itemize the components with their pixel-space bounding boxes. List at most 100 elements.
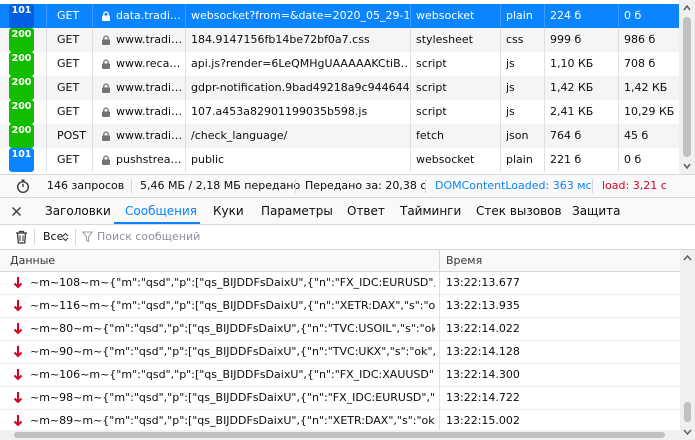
message-filter-select[interactable]: Все xyxy=(43,225,63,249)
message-time: 13:22:14.022 xyxy=(446,322,520,335)
request-type: css xyxy=(506,33,524,46)
request-file: 184.9147156fb14be72bf0a7.css xyxy=(191,33,370,46)
summary-bar: 146 запросов 5,46 МБ / 2,18 МБ передано … xyxy=(0,174,695,198)
message-row[interactable]: ~m~89~m~{"m":"qsd","p":["qs_BIJDDFsDaixU… xyxy=(0,410,680,430)
request-row[interactable]: 200 GET www.tradi… 184.9147156fb14be72bf0a7… xyxy=(0,28,679,52)
request-domain: www.tradi… xyxy=(116,81,183,94)
tab-cookies[interactable]: Куки xyxy=(213,198,244,224)
message-row[interactable]: ~m~90~m~{"m":"qsd","p":["qs_BIJDDFsDaixU… xyxy=(0,341,680,364)
scroll-down-icon xyxy=(683,429,692,436)
message-row[interactable]: ~m~106~m~{"m":"qsd","p":["qs_BIJDDFsDaix… xyxy=(0,364,680,387)
request-size: 708 б xyxy=(624,57,656,70)
received-arrow-icon xyxy=(13,277,23,289)
scroll-thumb xyxy=(683,17,691,157)
request-size: 45 б xyxy=(624,129,649,142)
status-badge: 200 xyxy=(9,52,34,76)
select-arrows-icon xyxy=(62,232,69,242)
message-row[interactable]: ~m~98~m~{"m":"qsd","p":["qs_BIJDDFsDaixU… xyxy=(0,387,680,410)
scroll-down-icon xyxy=(683,163,691,170)
request-domain: www.reca… xyxy=(116,57,181,70)
tab-headers[interactable]: Заголовки xyxy=(45,198,111,224)
message-row[interactable]: ~m~80~m~{"m":"qsd","p":["qs_BIJDDFsDaixU… xyxy=(0,318,680,341)
request-file: /check_language/ xyxy=(191,129,288,142)
request-row[interactable]: 200 GET www.tradi… 107.a453a82901199035b598… xyxy=(0,100,679,124)
lock-icon xyxy=(102,107,110,117)
message-time: 13:22:13.935 xyxy=(446,299,520,312)
tab-response[interactable]: Ответ xyxy=(347,198,385,224)
request-transferred: 1,42 КБ xyxy=(550,81,594,94)
request-list-scrollbar[interactable] xyxy=(679,0,695,174)
filter-icon xyxy=(82,231,93,243)
scroll-thumb xyxy=(14,432,665,438)
request-domain: www.tradi… xyxy=(116,105,183,118)
lock-icon xyxy=(102,35,110,45)
message-time: 13:22:15.002 xyxy=(446,414,520,427)
request-domain: pushstrea… xyxy=(116,153,182,166)
request-type: js xyxy=(506,81,515,94)
request-method: GET xyxy=(57,153,80,166)
request-row[interactable]: 200 POST www.tradi… /check_language/fetch js… xyxy=(0,124,679,148)
message-data: ~m~98~m~{"m":"qsd","p":["qs_BIJDDFsDaixU… xyxy=(30,391,435,404)
message-data: ~m~116~m~{"m":"qsd","p":["qs_BIJDDFsDaix… xyxy=(30,299,435,312)
lock-icon xyxy=(102,59,110,69)
request-transferred: 999 б xyxy=(550,33,582,46)
request-transferred: 2,41 КБ xyxy=(550,105,594,118)
request-type: js xyxy=(506,57,515,70)
trash-icon[interactable] xyxy=(15,230,28,244)
message-row[interactable]: ~m~108~m~{"m":"qsd","p":["qs_BIJDDFsDaix… xyxy=(0,272,680,295)
message-time: 13:22:14.300 xyxy=(446,368,520,381)
request-method: GET xyxy=(57,33,80,46)
request-row[interactable]: 101 GET data.tradi… websocket?from=&date=20… xyxy=(0,4,679,28)
request-type: plain xyxy=(506,153,533,166)
request-file: websocket?from=&date=2020_05_29-1… xyxy=(191,9,409,22)
tab-messages[interactable]: Сообщения xyxy=(125,198,197,224)
status-badge: 200 xyxy=(9,76,34,100)
message-search-input[interactable]: Поиск сообщений xyxy=(97,225,200,249)
request-method: GET xyxy=(57,81,80,94)
request-method: GET xyxy=(57,57,80,70)
messages-horizontal-scrollbar[interactable] xyxy=(0,430,680,440)
request-size: 1,42 КБ xyxy=(624,81,668,94)
request-size: 10,29 КБ xyxy=(624,105,675,118)
status-badge: 101 xyxy=(9,148,34,172)
message-data: ~m~106~m~{"m":"qsd","p":["qs_BIJDDFsDaix… xyxy=(30,368,435,381)
request-row[interactable]: 101 GET pushstrea… public websocket plain 221 … xyxy=(0,148,679,172)
request-row[interactable]: 200 GET www.reca… api.js?render=6LeQMHgUAAA… xyxy=(0,52,679,76)
active-tab-indicator xyxy=(114,222,200,224)
message-data: ~m~90~m~{"m":"qsd","p":["qs_BIJDDFsDaixU… xyxy=(30,345,435,358)
column-time[interactable]: Время xyxy=(446,250,482,272)
tab-params[interactable]: Параметры xyxy=(261,198,333,224)
domcontentloaded-time: DOMContentLoaded: 363 мс xyxy=(435,179,592,192)
lock-icon xyxy=(102,155,110,165)
load-time: load: 3,21 с xyxy=(602,179,667,192)
messages-toolbar: Все Поиск сообщений xyxy=(0,225,695,250)
request-file: public xyxy=(191,153,225,166)
message-row[interactable]: ~m~116~m~{"m":"qsd","p":["qs_BIJDDFsDaix… xyxy=(0,295,680,318)
request-transferred: 1,10 КБ xyxy=(550,57,594,70)
request-domain: www.tradi… xyxy=(116,129,183,142)
messages-vertical-scrollbar[interactable] xyxy=(680,250,695,440)
request-count: 146 запросов xyxy=(47,179,125,192)
request-file: api.js?render=6LeQMHgUAAAAAKCtiB… xyxy=(191,57,409,70)
message-time: 13:22:14.128 xyxy=(446,345,520,358)
status-badge: 200 xyxy=(9,100,34,124)
close-panel-icon[interactable] xyxy=(11,206,22,217)
request-cause: fetch xyxy=(416,129,444,142)
messages-list: ~m~108~m~{"m":"qsd","p":["qs_BIJDDFsDaix… xyxy=(0,272,680,430)
column-data[interactable]: Данные xyxy=(10,250,55,272)
request-domain: www.tradi… xyxy=(116,33,183,46)
status-badge: 200 xyxy=(9,28,34,52)
tab-security[interactable]: Защита xyxy=(572,198,621,224)
scroll-thumb xyxy=(684,402,691,422)
request-row[interactable]: 200 GET www.tradi… gdpr-notification.9bad49… xyxy=(0,76,679,100)
request-size: 986 б xyxy=(624,33,656,46)
request-transferred: 224 б xyxy=(550,9,582,22)
request-transferred: 221 б xyxy=(550,153,582,166)
request-cause: script xyxy=(416,81,447,94)
tab-stack-trace[interactable]: Стек вызовов xyxy=(476,198,562,224)
received-arrow-icon xyxy=(13,415,23,427)
received-arrow-icon xyxy=(13,323,23,335)
tab-timings[interactable]: Тайминги xyxy=(400,198,461,224)
received-arrow-icon xyxy=(13,300,23,312)
request-domain: data.tradi… xyxy=(116,9,181,22)
